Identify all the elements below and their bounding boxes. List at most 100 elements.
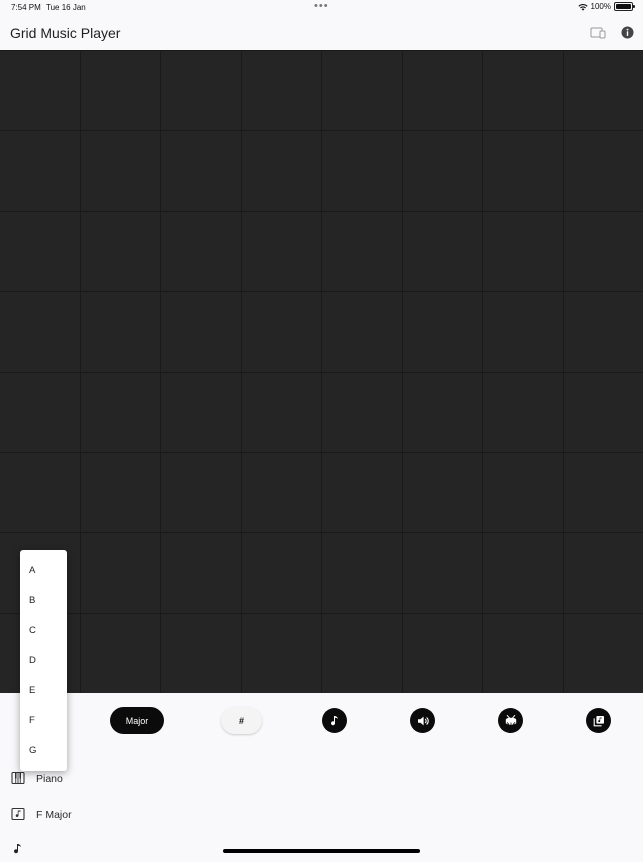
key-dropdown-menu: A B C D E F G [20, 550, 67, 771]
grid-cell[interactable] [483, 51, 563, 130]
dropdown-option-a[interactable]: A [20, 555, 67, 585]
music-library-icon [592, 714, 606, 728]
app-bar: Grid Music Player [0, 16, 643, 50]
grid-cell[interactable] [322, 453, 402, 532]
status-indicators: 100% [578, 2, 633, 11]
grid-cell[interactable] [322, 131, 402, 210]
grid-cell[interactable] [81, 212, 161, 291]
grid-cell[interactable] [483, 131, 563, 210]
music-note-icon [11, 842, 25, 856]
grid-cell[interactable] [242, 292, 322, 371]
page-title: Grid Music Player [10, 25, 120, 41]
dropdown-option-b[interactable]: B [20, 585, 67, 615]
drum-button[interactable] [498, 708, 523, 733]
grid-cell[interactable] [0, 51, 80, 130]
home-indicator [223, 849, 420, 853]
music-note-box-icon [11, 807, 25, 821]
dropdown-option-f[interactable]: F [20, 705, 67, 735]
info-icon[interactable] [621, 26, 634, 39]
volume-button[interactable] [410, 708, 435, 733]
grid-cell[interactable] [161, 533, 241, 612]
grid-cell[interactable] [0, 373, 80, 452]
grid-cell[interactable] [564, 131, 643, 210]
grid-cell[interactable] [564, 453, 643, 532]
grid-cell[interactable] [322, 533, 402, 612]
grid-cell[interactable] [81, 131, 161, 210]
note-button[interactable] [322, 708, 347, 733]
grid-cell[interactable] [0, 453, 80, 532]
status-date: Tue 16 Jan [46, 3, 86, 12]
piano-icon [11, 771, 25, 785]
scale-label: F Major [36, 809, 72, 821]
grid-cell[interactable] [81, 373, 161, 452]
grid-cell[interactable] [403, 212, 483, 291]
grid-cell[interactable] [161, 614, 241, 693]
status-time: 7:54 PM [11, 3, 41, 12]
grid-cell[interactable] [564, 533, 643, 612]
grid-cell[interactable] [242, 453, 322, 532]
battery-percent: 100% [591, 2, 611, 11]
grid-cell[interactable] [0, 292, 80, 371]
grid-cell[interactable] [161, 131, 241, 210]
grid-cell[interactable] [322, 614, 402, 693]
music-note-icon [328, 714, 342, 728]
grid-cell[interactable] [322, 292, 402, 371]
library-button[interactable] [586, 708, 611, 733]
grid-cell[interactable] [81, 614, 161, 693]
grid-cell[interactable] [161, 453, 241, 532]
grid-cell[interactable] [81, 533, 161, 612]
grid-cell[interactable] [242, 373, 322, 452]
multitasking-dots[interactable]: ••• [314, 0, 329, 12]
grid-cell[interactable] [161, 212, 241, 291]
grid-cell[interactable] [0, 131, 80, 210]
grid-cell[interactable] [564, 51, 643, 130]
scale-type-button[interactable]: Major [110, 707, 164, 734]
grid-cell[interactable] [564, 292, 643, 371]
grid-cell[interactable] [483, 292, 563, 371]
volume-icon [416, 714, 430, 728]
cast-icon[interactable] [590, 27, 606, 39]
grid-cell[interactable] [483, 212, 563, 291]
grid-cell[interactable] [242, 131, 322, 210]
dropdown-option-e[interactable]: E [20, 675, 67, 705]
grid-cell[interactable] [564, 373, 643, 452]
grid-cell[interactable] [81, 51, 161, 130]
grid-cell[interactable] [403, 533, 483, 612]
grid-cell[interactable] [0, 212, 80, 291]
grid-cell[interactable] [242, 212, 322, 291]
dropdown-option-c[interactable]: C [20, 615, 67, 645]
grid-cell[interactable] [403, 614, 483, 693]
grid-cell[interactable] [403, 453, 483, 532]
grid-cell[interactable] [161, 373, 241, 452]
grid-cell[interactable] [242, 51, 322, 130]
grid-cell[interactable] [403, 373, 483, 452]
grid-cell[interactable] [403, 292, 483, 371]
grid-cell[interactable] [483, 614, 563, 693]
dropdown-option-d[interactable]: D [20, 645, 67, 675]
drum-icon [504, 714, 518, 728]
grid-cell[interactable] [81, 292, 161, 371]
instrument-label: Piano [36, 773, 63, 785]
grid-cell[interactable] [483, 453, 563, 532]
grid-cell[interactable] [483, 533, 563, 612]
status-bar: 7:54 PM Tue 16 Jan ••• 100% [0, 0, 643, 16]
grid-cell[interactable] [322, 212, 402, 291]
dropdown-option-g[interactable]: G [20, 735, 67, 765]
grid-cell[interactable] [81, 453, 161, 532]
grid-cell[interactable] [564, 614, 643, 693]
grid-cell[interactable] [242, 533, 322, 612]
grid-cell[interactable] [403, 131, 483, 210]
grid-cell[interactable] [161, 51, 241, 130]
battery-icon [614, 2, 633, 11]
grid-cell[interactable] [242, 614, 322, 693]
grid-cell[interactable] [483, 373, 563, 452]
wifi-icon [578, 3, 588, 11]
note-grid[interactable] [0, 50, 643, 693]
list-item-scale[interactable]: F Major [0, 801, 300, 825]
sharp-toggle-button[interactable]: # [221, 707, 262, 734]
grid-cell[interactable] [564, 212, 643, 291]
grid-cell[interactable] [161, 292, 241, 371]
grid-cell[interactable] [403, 51, 483, 130]
grid-cell[interactable] [322, 51, 402, 130]
grid-cell[interactable] [322, 373, 402, 452]
